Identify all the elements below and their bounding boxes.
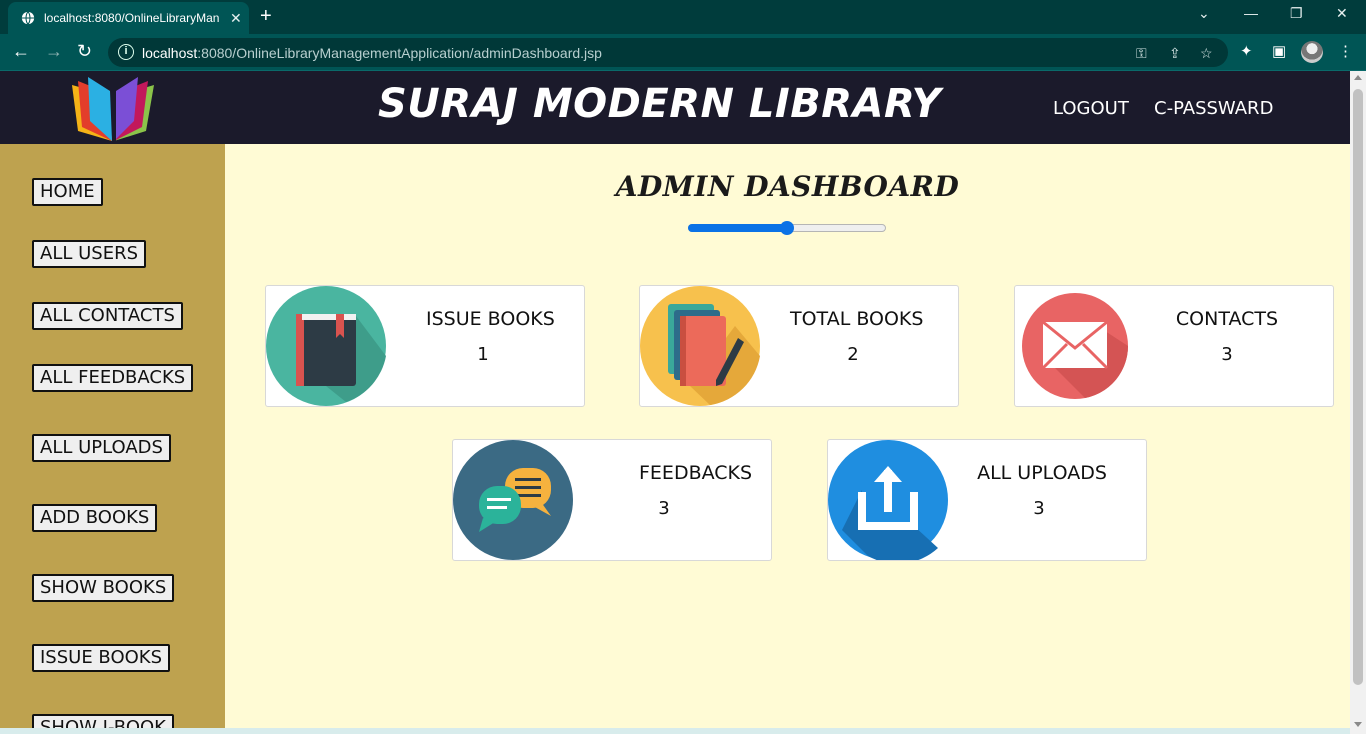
menu-icon[interactable]: ⋮ (1338, 42, 1353, 60)
site-title: SURAJ MODERN LIBRARY (378, 81, 942, 127)
card-count: 1 (477, 344, 489, 365)
sidebar-item-add-books[interactable]: ADD BOOKS (32, 504, 158, 532)
card-label: ISSUE BOOKS (426, 308, 555, 330)
books-stack-icon (640, 286, 760, 406)
card-label: FEEDBACKS (639, 462, 753, 484)
restore-icon[interactable]: ❐ (1290, 5, 1303, 22)
site-info-icon[interactable]: i (118, 44, 134, 60)
scrollbar-thumb[interactable] (1353, 89, 1363, 685)
scroll-down-icon[interactable] (1354, 722, 1362, 727)
address-bar[interactable]: i localhost:8080/OnlineLibraryManagement… (108, 38, 1228, 67)
extensions-icon[interactable]: ✦ (1240, 42, 1253, 60)
slider-thumb[interactable] (780, 221, 794, 235)
tab-close-icon[interactable]: ✕ (230, 10, 242, 27)
card-count: 3 (1221, 344, 1233, 365)
logout-link[interactable]: LOGOUT (1053, 98, 1129, 119)
side-panel-icon[interactable]: ▣ (1272, 42, 1286, 60)
chat-bubbles-icon (453, 440, 573, 560)
slider-fill (688, 224, 787, 232)
bottom-strip (0, 728, 1350, 734)
feedbacks-card[interactable]: FEEDBACKS 3 (452, 439, 772, 561)
forward-icon[interactable]: → (45, 42, 63, 60)
sidebar-item-show-books[interactable]: SHOW BOOKS (32, 574, 175, 602)
scroll-up-icon[interactable] (1354, 75, 1362, 80)
back-icon[interactable]: ← (12, 42, 30, 60)
contacts-card[interactable]: CONTACTS 3 (1014, 285, 1334, 407)
upload-icon (828, 440, 948, 560)
url-text: localhost:8080/OnlineLibraryManagementAp… (142, 45, 602, 61)
tab-title: localhost:8080/OnlineLibraryMan (44, 11, 220, 25)
book-icon (266, 286, 386, 406)
bookmark-star-icon[interactable]: ☆ (1200, 45, 1213, 62)
total-books-card[interactable]: TOTAL BOOKS 2 (639, 285, 959, 407)
browser-tab-strip: localhost:8080/OnlineLibraryMan ✕ + ⌄ — … (0, 0, 1366, 34)
minimize-icon[interactable]: — (1244, 5, 1258, 21)
globe-icon (21, 11, 35, 25)
card-label: CONTACTS (1175, 308, 1279, 330)
sidebar-item-all-contacts[interactable]: ALL CONTACTS (32, 302, 183, 330)
library-logo-icon (72, 77, 154, 141)
card-count: 3 (1033, 498, 1045, 519)
sidebar-item-all-feedbacks[interactable]: ALL FEEDBACKS (32, 364, 194, 392)
key-icon[interactable]: ⚿ (1136, 45, 1147, 62)
sidebar-item-home[interactable]: HOME (32, 178, 103, 206)
main-content: ADMIN DASHBOARD ISSUE BOOKS 1 TOTAL BOOK… (225, 144, 1350, 734)
site-header: SURAJ MODERN LIBRARY LOGOUT C-PASSWARD (0, 71, 1350, 144)
card-count: 2 (847, 344, 859, 365)
card-label: ALL UPLOADS (977, 462, 1107, 484)
change-password-link[interactable]: C-PASSWARD (1154, 98, 1273, 119)
tab-search-icon[interactable]: ⌄ (1198, 5, 1210, 22)
reload-icon[interactable]: ↻ (77, 42, 92, 60)
mail-icon (1022, 293, 1128, 399)
browser-toolbar: ← → ↻ i localhost:8080/OnlineLibraryMana… (0, 34, 1366, 71)
browser-tab[interactable]: localhost:8080/OnlineLibraryMan ✕ (8, 2, 249, 34)
sidebar-item-all-uploads[interactable]: ALL UPLOADS (32, 434, 171, 462)
sidebar: HOME ALL USERS ALL CONTACTS ALL FEEDBACK… (0, 144, 225, 734)
dashboard-slider[interactable] (688, 220, 886, 235)
page-title: ADMIN DASHBOARD (615, 170, 960, 203)
all-uploads-card[interactable]: ALL UPLOADS 3 (827, 439, 1147, 561)
new-tab-icon[interactable]: + (260, 6, 272, 26)
sidebar-item-all-users[interactable]: ALL USERS (32, 240, 146, 268)
window-close-icon[interactable]: ✕ (1336, 5, 1348, 22)
sidebar-item-issue-books[interactable]: ISSUE BOOKS (32, 644, 171, 672)
page-scrollbar[interactable] (1350, 71, 1366, 734)
card-count: 3 (658, 498, 670, 519)
profile-avatar[interactable] (1301, 41, 1323, 63)
card-label: TOTAL BOOKS (790, 308, 924, 330)
share-icon[interactable]: ⇪ (1169, 45, 1181, 62)
issue-books-card[interactable]: ISSUE BOOKS 1 (265, 285, 585, 407)
